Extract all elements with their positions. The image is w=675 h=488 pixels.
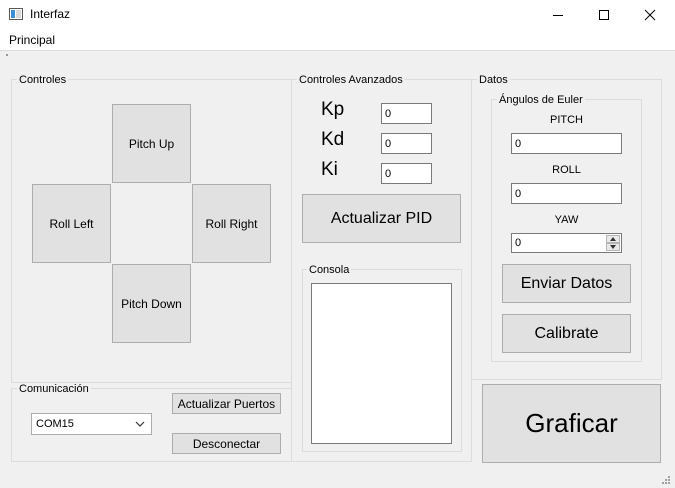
- spin-down-icon: [610, 245, 616, 249]
- port-select[interactable]: COM15: [31, 413, 152, 435]
- kd-label: Kd: [321, 129, 345, 150]
- enviar-datos-button[interactable]: Enviar Datos: [502, 264, 631, 303]
- actualizar-puertos-button[interactable]: Actualizar Puertos: [172, 393, 281, 414]
- kp-label: Kp: [321, 99, 345, 120]
- desconectar-button[interactable]: Desconectar: [172, 433, 281, 454]
- ki-input[interactable]: 0: [381, 163, 432, 184]
- kd-input[interactable]: 0: [381, 133, 432, 154]
- controles-label: Controles: [17, 74, 69, 86]
- datos-label: Datos: [477, 74, 510, 86]
- consola-label: Consola: [307, 264, 352, 276]
- pitch-down-button[interactable]: Pitch Down: [112, 264, 191, 343]
- chevron-down-icon: [135, 421, 145, 427]
- maximize-icon: [599, 10, 609, 20]
- close-button[interactable]: [627, 0, 673, 30]
- maximize-button[interactable]: [581, 0, 627, 30]
- menu-separator: [0, 50, 675, 51]
- pitch-up-button[interactable]: Pitch Up: [112, 104, 191, 183]
- consola-output[interactable]: [311, 283, 452, 444]
- yaw-value: 0: [515, 237, 522, 249]
- close-icon: [644, 9, 656, 21]
- kp-input[interactable]: 0: [381, 103, 432, 124]
- euler-label: Ángulos de Euler: [497, 94, 585, 106]
- window-title: Interfaz: [30, 7, 71, 21]
- ki-label: Ki: [321, 159, 338, 180]
- size-grip-icon[interactable]: [660, 474, 672, 486]
- controles-avanzados-label: Controles Avanzados: [297, 74, 405, 86]
- yaw-spin-buttons: [606, 235, 620, 251]
- app-icon: [9, 8, 23, 20]
- pitch-label: PITCH: [550, 114, 583, 126]
- menu-principal[interactable]: Principal: [9, 33, 55, 47]
- roll-label: ROLL: [552, 164, 581, 176]
- spin-up-icon: [610, 237, 616, 241]
- calibrate-button[interactable]: Calibrate: [502, 314, 631, 353]
- toolbar-handle: [6, 54, 8, 56]
- roll-right-button[interactable]: Roll Right: [192, 184, 271, 263]
- roll-left-button[interactable]: Roll Left: [32, 184, 111, 263]
- minimize-button[interactable]: [535, 0, 581, 30]
- graficar-button[interactable]: Graficar: [482, 384, 661, 463]
- port-select-value: COM15: [36, 418, 74, 430]
- minimize-icon: [553, 15, 563, 16]
- yaw-label: YAW: [554, 214, 579, 226]
- roll-input[interactable]: 0: [511, 183, 622, 204]
- actualizar-pid-button[interactable]: Actualizar PID: [302, 194, 461, 243]
- menu-bar: [0, 30, 675, 50]
- spin-up-button[interactable]: [606, 235, 620, 243]
- spin-down-button[interactable]: [606, 243, 620, 251]
- comunicacion-label: Comunicación: [17, 383, 91, 395]
- yaw-spinbox[interactable]: 0: [511, 233, 622, 253]
- pitch-input[interactable]: 0: [511, 133, 622, 154]
